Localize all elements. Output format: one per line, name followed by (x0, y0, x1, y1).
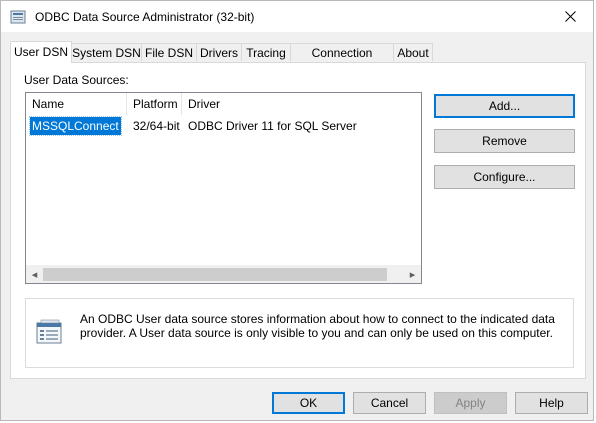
tab-system-dsn[interactable]: System DSN (71, 43, 142, 61)
remove-button[interactable]: Remove (434, 129, 575, 153)
tab-user-dsn[interactable]: User DSN (10, 41, 72, 63)
apply-button: Apply (434, 392, 507, 414)
tab-drivers[interactable]: Drivers (196, 43, 242, 61)
window-title: ODBC Data Source Administrator (32-bit) (35, 10, 255, 24)
help-button[interactable]: Help (515, 392, 588, 414)
close-icon (564, 11, 576, 22)
row-name: MSSQLConnect (29, 116, 122, 136)
tab-about[interactable]: About (393, 43, 433, 61)
list-header: Name Platform Driver (26, 93, 421, 115)
odbc-admin-icon (10, 10, 26, 24)
user-data-sources-label: User Data Sources: (24, 73, 129, 87)
cancel-button[interactable]: Cancel (353, 392, 426, 414)
configure-button[interactable]: Configure... (434, 165, 575, 189)
add-button[interactable]: Add... (434, 94, 575, 118)
close-button[interactable] (547, 1, 593, 32)
tab-file-dsn[interactable]: File DSN (141, 43, 197, 61)
row-platform: 32/64-bit (133, 119, 180, 133)
scroll-right-icon[interactable]: ▸ (404, 266, 421, 283)
description-text: An ODBC User data source stores informat… (80, 312, 555, 340)
column-header-name[interactable]: Name (26, 93, 127, 115)
table-row[interactable]: MSSQLConnect 32/64-bit ODBC Driver 11 fo… (26, 116, 421, 136)
tab-tracing[interactable]: Tracing (241, 43, 291, 61)
scroll-thumb[interactable] (43, 268, 387, 281)
odbc-window: ODBC Data Source Administrator (32-bit) … (0, 0, 594, 421)
column-header-driver[interactable]: Driver (182, 93, 421, 115)
horizontal-scrollbar[interactable]: ◂ ▸ (26, 265, 421, 283)
user-dsn-panel: User Data Sources: Name Platform Driver … (10, 62, 586, 379)
row-driver: ODBC Driver 11 for SQL Server (188, 119, 357, 133)
description-box: An ODBC User data source stores informat… (25, 298, 574, 368)
title-bar: ODBC Data Source Administrator (32-bit) (1, 1, 593, 32)
data-sources-list[interactable]: Name Platform Driver MSSQLConnect 32/64-… (25, 92, 422, 284)
data-source-icon (36, 319, 62, 344)
ok-button[interactable]: OK (272, 392, 345, 414)
scroll-left-icon[interactable]: ◂ (26, 266, 43, 283)
column-header-platform[interactable]: Platform (127, 93, 182, 115)
tab-connection-pooling[interactable]: Connection Pooling (290, 43, 394, 78)
